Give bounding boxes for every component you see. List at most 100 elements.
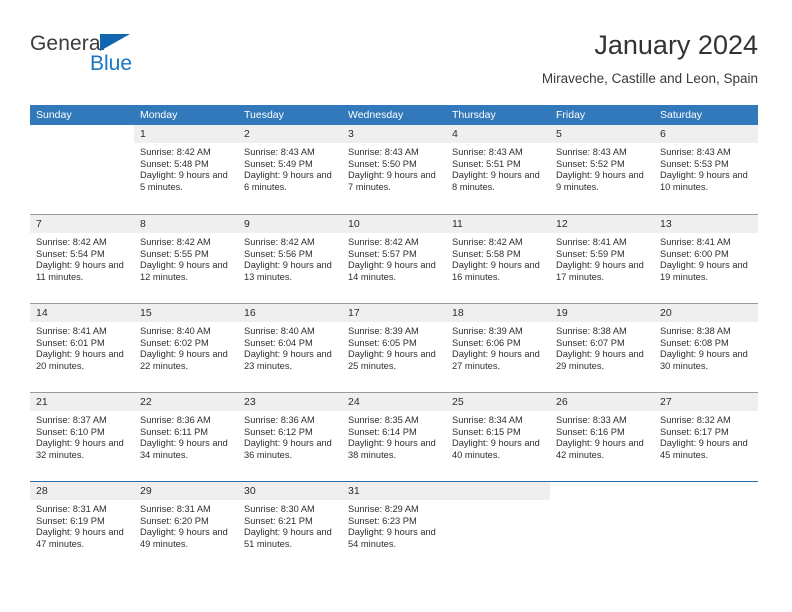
daylight-text: Daylight: 9 hours and 47 minutes. xyxy=(36,527,124,549)
sunset-text: Sunset: 6:01 PM xyxy=(36,337,105,348)
day-cell[interactable]: 5 Sunrise: 8:43 AM Sunset: 5:52 PM Dayli… xyxy=(550,125,654,214)
day-cell[interactable]: 1 Sunrise: 8:42 AM Sunset: 5:48 PM Dayli… xyxy=(134,125,238,214)
weekday-header-friday: Friday xyxy=(556,109,586,121)
calendar-grid: Sunday Monday Tuesday Wednesday Thursday… xyxy=(30,105,758,570)
day-cell[interactable]: 15 Sunrise: 8:40 AM Sunset: 6:02 PM Dayl… xyxy=(134,304,238,392)
day-cell[interactable]: 21 Sunrise: 8:37 AM Sunset: 6:10 PM Dayl… xyxy=(30,393,134,481)
weekday-header-tuesday: Tuesday xyxy=(244,109,284,121)
day-cell[interactable]: 23 Sunrise: 8:36 AM Sunset: 6:12 PM Dayl… xyxy=(238,393,342,481)
day-cell[interactable]: 11 Sunrise: 8:42 AM Sunset: 5:58 PM Dayl… xyxy=(446,215,550,303)
day-number: 14 xyxy=(30,304,134,322)
sunset-text: Sunset: 5:59 PM xyxy=(556,248,625,259)
day-details: Sunrise: 8:43 AM Sunset: 5:52 PM Dayligh… xyxy=(550,143,654,193)
sunrise-text: Sunrise: 8:38 AM xyxy=(660,326,731,336)
general-blue-logo[interactable]: General Blue xyxy=(30,32,230,88)
day-details: Sunrise: 8:43 AM Sunset: 5:51 PM Dayligh… xyxy=(446,143,550,193)
day-details: Sunrise: 8:41 AM Sunset: 6:01 PM Dayligh… xyxy=(30,322,134,372)
day-cell[interactable]: 6 Sunrise: 8:43 AM Sunset: 5:53 PM Dayli… xyxy=(654,125,758,214)
daylight-text: Daylight: 9 hours and 8 minutes. xyxy=(452,170,540,192)
day-details: Sunrise: 8:34 AM Sunset: 6:15 PM Dayligh… xyxy=(446,411,550,461)
day-details: Sunrise: 8:40 AM Sunset: 6:02 PM Dayligh… xyxy=(134,322,238,372)
day-cell[interactable]: 14 Sunrise: 8:41 AM Sunset: 6:01 PM Dayl… xyxy=(30,304,134,392)
day-cell[interactable]: 28 Sunrise: 8:31 AM Sunset: 6:19 PM Dayl… xyxy=(30,482,134,570)
sunset-text: Sunset: 6:00 PM xyxy=(660,248,729,259)
day-number: 13 xyxy=(654,215,758,233)
sunset-text: Sunset: 6:08 PM xyxy=(660,337,729,348)
sunset-text: Sunset: 6:11 PM xyxy=(140,426,209,437)
sunset-text: Sunset: 6:15 PM xyxy=(452,426,521,437)
day-cell[interactable]: 13 Sunrise: 8:41 AM Sunset: 6:00 PM Dayl… xyxy=(654,215,758,303)
sunset-text: Sunset: 6:16 PM xyxy=(556,426,625,437)
day-number: 9 xyxy=(238,215,342,233)
daylight-text: Daylight: 9 hours and 30 minutes. xyxy=(660,349,748,371)
sunrise-text: Sunrise: 8:42 AM xyxy=(348,237,419,247)
sunset-text: Sunset: 5:53 PM xyxy=(660,158,729,169)
day-number: 15 xyxy=(134,304,238,322)
daylight-text: Daylight: 9 hours and 36 minutes. xyxy=(244,438,332,460)
sunset-text: Sunset: 6:21 PM xyxy=(244,515,313,526)
sunset-text: Sunset: 5:48 PM xyxy=(140,158,209,169)
weekday-header-thursday: Thursday xyxy=(452,109,496,121)
day-cell[interactable]: 2 Sunrise: 8:43 AM Sunset: 5:49 PM Dayli… xyxy=(238,125,342,214)
day-cell[interactable]: 24 Sunrise: 8:35 AM Sunset: 6:14 PM Dayl… xyxy=(342,393,446,481)
day-cell[interactable]: 7 Sunrise: 8:42 AM Sunset: 5:54 PM Dayli… xyxy=(30,215,134,303)
day-cell[interactable]: 8 Sunrise: 8:42 AM Sunset: 5:55 PM Dayli… xyxy=(134,215,238,303)
day-cell[interactable]: 9 Sunrise: 8:42 AM Sunset: 5:56 PM Dayli… xyxy=(238,215,342,303)
day-cell[interactable]: 12 Sunrise: 8:41 AM Sunset: 5:59 PM Dayl… xyxy=(550,215,654,303)
day-details: Sunrise: 8:29 AM Sunset: 6:23 PM Dayligh… xyxy=(342,500,446,550)
sunset-text: Sunset: 6:17 PM xyxy=(660,426,729,437)
day-number xyxy=(550,482,654,500)
day-cell[interactable]: 16 Sunrise: 8:40 AM Sunset: 6:04 PM Dayl… xyxy=(238,304,342,392)
day-number xyxy=(446,482,550,500)
sunrise-text: Sunrise: 8:43 AM xyxy=(244,147,315,157)
day-number: 3 xyxy=(342,125,446,143)
day-cell[interactable]: 30 Sunrise: 8:30 AM Sunset: 6:21 PM Dayl… xyxy=(238,482,342,570)
day-cell[interactable]: 3 Sunrise: 8:43 AM Sunset: 5:50 PM Dayli… xyxy=(342,125,446,214)
day-details: Sunrise: 8:39 AM Sunset: 6:06 PM Dayligh… xyxy=(446,322,550,372)
day-number: 8 xyxy=(134,215,238,233)
sunset-text: Sunset: 6:06 PM xyxy=(452,337,521,348)
day-number xyxy=(30,125,134,143)
logo-text-blue: Blue xyxy=(90,52,133,75)
page-subtitle: Miraveche, Castille and Leon, Spain xyxy=(541,71,758,86)
day-cell[interactable]: 10 Sunrise: 8:42 AM Sunset: 5:57 PM Dayl… xyxy=(342,215,446,303)
sunrise-text: Sunrise: 8:41 AM xyxy=(556,237,627,247)
daylight-text: Daylight: 9 hours and 54 minutes. xyxy=(348,527,436,549)
day-number: 11 xyxy=(446,215,550,233)
day-details: Sunrise: 8:41 AM Sunset: 5:59 PM Dayligh… xyxy=(550,233,654,283)
day-cell[interactable]: 25 Sunrise: 8:34 AM Sunset: 6:15 PM Dayl… xyxy=(446,393,550,481)
day-number: 20 xyxy=(654,304,758,322)
daylight-text: Daylight: 9 hours and 51 minutes. xyxy=(244,527,332,549)
day-number: 16 xyxy=(238,304,342,322)
day-cell[interactable]: 31 Sunrise: 8:29 AM Sunset: 6:23 PM Dayl… xyxy=(342,482,446,570)
sunset-text: Sunset: 6:23 PM xyxy=(348,515,417,526)
logo-triangle-icon xyxy=(100,34,130,51)
day-number: 24 xyxy=(342,393,446,411)
day-number: 31 xyxy=(342,482,446,500)
day-details: Sunrise: 8:36 AM Sunset: 6:11 PM Dayligh… xyxy=(134,411,238,461)
sunrise-text: Sunrise: 8:38 AM xyxy=(556,326,627,336)
sunset-text: Sunset: 6:04 PM xyxy=(244,337,313,348)
day-cell[interactable]: 20 Sunrise: 8:38 AM Sunset: 6:08 PM Dayl… xyxy=(654,304,758,392)
day-cell[interactable]: 17 Sunrise: 8:39 AM Sunset: 6:05 PM Dayl… xyxy=(342,304,446,392)
day-number: 12 xyxy=(550,215,654,233)
sunset-text: Sunset: 5:56 PM xyxy=(244,248,313,259)
calendar-page: General Blue January 2024 Miraveche, Cas… xyxy=(0,0,792,612)
day-cell[interactable]: 29 Sunrise: 8:31 AM Sunset: 6:20 PM Dayl… xyxy=(134,482,238,570)
day-cell[interactable]: 26 Sunrise: 8:33 AM Sunset: 6:16 PM Dayl… xyxy=(550,393,654,481)
page-header: General Blue January 2024 Miraveche, Cas… xyxy=(30,28,758,98)
week-row: 21 Sunrise: 8:37 AM Sunset: 6:10 PM Dayl… xyxy=(30,392,758,481)
day-details: Sunrise: 8:37 AM Sunset: 6:10 PM Dayligh… xyxy=(30,411,134,461)
sunset-text: Sunset: 6:20 PM xyxy=(140,515,209,526)
daylight-text: Daylight: 9 hours and 22 minutes. xyxy=(140,349,228,371)
day-cell[interactable]: 27 Sunrise: 8:32 AM Sunset: 6:17 PM Dayl… xyxy=(654,393,758,481)
day-cell[interactable]: 22 Sunrise: 8:36 AM Sunset: 6:11 PM Dayl… xyxy=(134,393,238,481)
daylight-text: Daylight: 9 hours and 5 minutes. xyxy=(140,170,228,192)
day-cell[interactable]: 18 Sunrise: 8:39 AM Sunset: 6:06 PM Dayl… xyxy=(446,304,550,392)
day-cell[interactable]: 4 Sunrise: 8:43 AM Sunset: 5:51 PM Dayli… xyxy=(446,125,550,214)
day-cell[interactable]: 19 Sunrise: 8:38 AM Sunset: 6:07 PM Dayl… xyxy=(550,304,654,392)
daylight-text: Daylight: 9 hours and 49 minutes. xyxy=(140,527,228,549)
sunset-text: Sunset: 5:49 PM xyxy=(244,158,313,169)
page-title: January 2024 xyxy=(594,30,758,60)
day-details: Sunrise: 8:31 AM Sunset: 6:20 PM Dayligh… xyxy=(134,500,238,550)
